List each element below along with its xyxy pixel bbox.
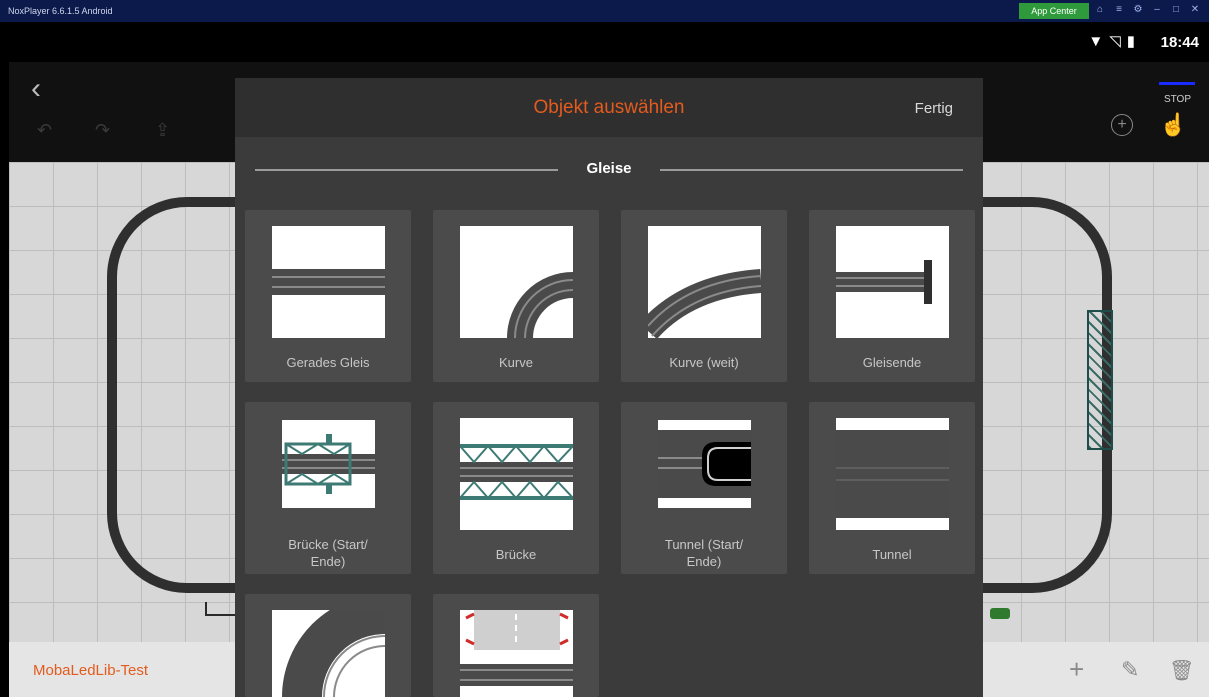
tile-straight-track[interactable]: Gerades Gleis bbox=[245, 210, 411, 382]
tunnel-start-end-icon bbox=[658, 420, 751, 508]
wide-curve-track-icon bbox=[648, 226, 761, 338]
edit-icon[interactable]: ✎ bbox=[1121, 657, 1139, 683]
curve-double-track-icon bbox=[272, 610, 385, 697]
battery-icon: ▮ bbox=[1126, 33, 1141, 50]
stop-button[interactable]: STOP bbox=[1164, 94, 1191, 105]
tile-label: Brücke (Start/ Ende) bbox=[249, 536, 407, 570]
tile-label: Tunnel (Start/ Ende) bbox=[625, 536, 783, 570]
tile-label: Kurve bbox=[499, 355, 533, 370]
tile-label: Tunnel bbox=[872, 547, 912, 562]
tile-label: Brücke bbox=[495, 547, 537, 562]
track-end-icon bbox=[836, 226, 949, 338]
wifi-icon: ▼ bbox=[1088, 33, 1110, 50]
curve-track-icon bbox=[460, 226, 573, 338]
tile-tunnel-start-end[interactable]: Tunnel (Start/ Ende) bbox=[621, 402, 787, 574]
tile-track-end[interactable]: Gleisende bbox=[809, 210, 975, 382]
tile-label: Gleisende bbox=[862, 355, 922, 370]
dialog-title: Objekt auswählen bbox=[533, 97, 685, 118]
tile-wide-curve[interactable]: Kurve (weit) bbox=[621, 210, 787, 382]
hand-icon[interactable]: ☝ bbox=[1160, 112, 1187, 138]
tile-bridge-start-end[interactable]: Brücke (Start/ Ende) bbox=[245, 402, 411, 574]
minimize-button[interactable]: – bbox=[1151, 4, 1163, 15]
status-bar: ▼◹▮ 18:44 bbox=[9, 22, 1209, 62]
tile-curve[interactable]: Kurve bbox=[433, 210, 599, 382]
section-label: Gleise bbox=[586, 160, 632, 177]
menu-icon[interactable]: ≡ bbox=[1113, 4, 1125, 15]
maximize-button[interactable]: □ bbox=[1170, 4, 1182, 15]
add-icon[interactable]: + bbox=[1069, 654, 1084, 685]
bridge-start-end-icon bbox=[282, 420, 375, 508]
project-name[interactable]: MobaLedLib-Test bbox=[33, 662, 148, 679]
tile-level-crossing[interactable] bbox=[433, 594, 599, 697]
window-title: NoxPlayer 6.6.1.5 Android bbox=[8, 6, 113, 16]
select-object-dialog: Objekt auswählen Fertig Gleise Gerades G… bbox=[235, 78, 983, 697]
status-icons: ▼◹▮ bbox=[1088, 32, 1141, 50]
tile-label-text: Brücke (Start/ Ende) bbox=[288, 537, 368, 569]
back-button[interactable]: ‹ bbox=[31, 72, 41, 106]
undo-icon[interactable]: ↶ bbox=[37, 120, 52, 141]
settings-icon[interactable]: ⚙ bbox=[1132, 4, 1144, 15]
close-button[interactable]: ✕ bbox=[1189, 4, 1201, 15]
tunnel-icon bbox=[836, 418, 949, 530]
redo-icon[interactable]: ↷ bbox=[95, 120, 110, 141]
android-screen: ▼◹▮ 18:44 ‹ ↶ ↷ ⇪ STOP + ☝ MobaLedLib-Te… bbox=[9, 22, 1209, 697]
tile-curve-double[interactable] bbox=[245, 594, 411, 697]
track-connector bbox=[205, 602, 239, 616]
bridge-icon bbox=[460, 418, 573, 530]
tile-tunnel[interactable]: Tunnel bbox=[809, 402, 975, 574]
dialog-header: Objekt auswählen Fertig bbox=[235, 78, 983, 137]
signal-icon: ◹ bbox=[1109, 33, 1127, 50]
home-icon[interactable]: ⌂ bbox=[1094, 4, 1106, 15]
window-titlebar: NoxPlayer 6.6.1.5 Android App Center ⌂ ≡… bbox=[0, 0, 1209, 22]
tile-label-text: Tunnel (Start/ Ende) bbox=[664, 537, 744, 569]
tile-bridge[interactable]: Brücke bbox=[433, 402, 599, 574]
signal-marker bbox=[990, 608, 1010, 619]
tile-label: Kurve (weit) bbox=[669, 355, 739, 370]
add-circle-icon[interactable]: + bbox=[1111, 114, 1133, 136]
export-icon[interactable]: ⇪ bbox=[155, 120, 170, 141]
stop-indicator bbox=[1159, 82, 1195, 85]
section-header: Gleise bbox=[255, 160, 963, 180]
straight-track-icon bbox=[272, 226, 385, 338]
app-center-button[interactable]: App Center bbox=[1019, 3, 1089, 19]
done-button[interactable]: Fertig bbox=[915, 100, 953, 117]
delete-icon[interactable]: 🗑 bbox=[1169, 658, 1194, 683]
tile-label: Gerades Gleis bbox=[286, 355, 370, 370]
level-crossing-icon bbox=[460, 610, 573, 697]
status-time: 18:44 bbox=[1160, 34, 1199, 51]
bridge-segment bbox=[1087, 310, 1113, 450]
